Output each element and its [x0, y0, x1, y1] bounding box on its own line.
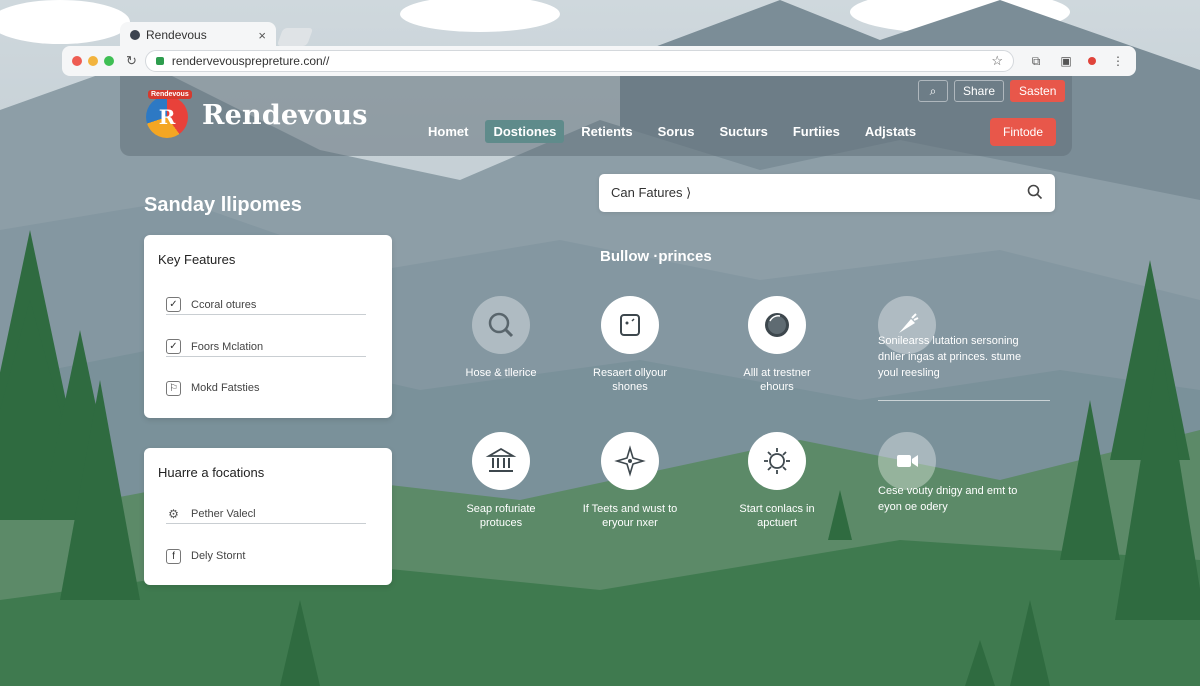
locations-card: Huarre a focations ⚙ Pether Valecl f Del…: [144, 448, 392, 585]
search-icon[interactable]: [1027, 184, 1043, 203]
tab-strip: Rendevous ×: [120, 22, 314, 48]
feature-item[interactable]: Seap rofuriate protuces: [431, 432, 571, 530]
list-item-label: Foors Mclation: [191, 340, 264, 353]
circle-icon: [748, 296, 806, 354]
close-tab-icon[interactable]: ×: [258, 28, 266, 43]
video-icon: [878, 432, 936, 490]
feature-item[interactable]: Sonilearss lutation sersoning dnller ing…: [878, 296, 1058, 396]
list-item-label: Mokd Fatsties: [191, 382, 260, 394]
nav-item-furtiies[interactable]: Furtiies: [785, 120, 848, 143]
feature-item[interactable]: Hose & tllerice: [431, 296, 571, 380]
logo-letter: R: [158, 105, 176, 129]
feature-label: Alll at trestner ehours: [743, 367, 811, 393]
favicon-icon: [130, 30, 140, 40]
search-icon-button[interactable]: ⌕: [918, 80, 948, 102]
gear-icon: ⚙: [168, 506, 179, 521]
site-header: Rendevous R Rendevous ⌕ Share Sasten Hom…: [120, 76, 1072, 156]
section-title: Bullow ·princes: [600, 248, 712, 265]
top-actions: ⌕ Share Sasten: [918, 80, 1066, 102]
feature-label: Hose & tllerice: [465, 367, 537, 379]
menu-dots-icon[interactable]: ⋮: [1110, 54, 1126, 68]
maximize-window-button[interactable]: [104, 56, 114, 66]
nav-item-dostiones[interactable]: Dostiones: [485, 120, 565, 143]
feature-item[interactable]: Resaert ollyour shones: [560, 296, 700, 394]
reload-icon[interactable]: ↻: [126, 53, 137, 69]
checkbox-checked-icon[interactable]: ✓: [166, 297, 181, 312]
feature-item[interactable]: If Teets and wust to eryour nxer: [560, 432, 700, 530]
feature-item[interactable]: Start conlacs in apctuert: [707, 432, 847, 530]
feature-label: Resaert ollyour shones: [593, 367, 667, 393]
list-item[interactable]: ✓ Foors Mclation: [166, 337, 366, 357]
list-item[interactable]: ⚙ Pether Valecl: [166, 504, 366, 524]
nav-item-sorus[interactable]: Sorus: [650, 120, 703, 143]
feature-description: Sonilearss lutation sersoning dnller ing…: [878, 335, 1022, 379]
bookmark-star-icon[interactable]: ☆: [991, 53, 1003, 69]
address-bar[interactable]: rendervevousprepreture.con// ☆: [144, 50, 1014, 72]
nav-item-adjstats[interactable]: Adjstats: [857, 120, 924, 143]
divider: [878, 400, 1050, 401]
search-input[interactable]: Can Fatures ⟩: [599, 174, 1055, 212]
secure-lock-icon: [155, 57, 164, 65]
logo-badge: Rendevous: [148, 90, 192, 99]
list-item[interactable]: ⚐ Mokd Fatsties: [166, 378, 366, 398]
close-window-button[interactable]: [72, 56, 82, 66]
bank-icon: [472, 432, 530, 490]
key-features-card: Key Features ✓ Ccoral otures ✓ Foors Mcl…: [144, 235, 392, 418]
page-title: Sanday llipomes: [144, 194, 302, 216]
main-nav: Homet Dostiones Retients Sorus Sucturs F…: [420, 120, 933, 143]
logo-icon[interactable]: Rendevous R: [146, 90, 192, 138]
fintode-button[interactable]: Fintode: [990, 118, 1056, 146]
list-item-label: Ccoral otures: [191, 298, 257, 311]
list-item-label: Pether Valecl: [191, 507, 256, 520]
profile-icon[interactable]: [1088, 57, 1096, 65]
nav-item-retients[interactable]: Retients: [573, 120, 640, 143]
list-item[interactable]: ✓ Ccoral otures: [166, 295, 366, 315]
tab-title: Rendevous: [146, 28, 207, 42]
browser-toolbar: ↻ rendervevousprepreture.con// ☆ ⧉ ▣ ⋮: [62, 46, 1136, 76]
brand-name[interactable]: Rendevous: [202, 100, 368, 131]
minimize-window-button[interactable]: [88, 56, 98, 66]
nav-item-sucturs[interactable]: Sucturs: [711, 120, 775, 143]
share-button[interactable]: Share: [954, 80, 1005, 102]
list-item-label: Dely Stornt: [191, 550, 246, 562]
nav-item-homet[interactable]: Homet: [420, 120, 476, 143]
feature-description: Cese vouty dnigy and emt to eyon oe oder…: [878, 485, 1018, 513]
feature-label: If Teets and wust to eryour nxer: [582, 503, 678, 529]
search-input-value: Can Fatures ⟩: [611, 185, 692, 200]
feature-item[interactable]: Alll at trestner ehours: [707, 296, 847, 394]
checkbox-checked-icon[interactable]: ✓: [166, 339, 181, 354]
tablet-icon: [601, 296, 659, 354]
puzzle-icon[interactable]: ▣: [1058, 54, 1074, 68]
search-icon: [472, 296, 530, 354]
facebook-icon: f: [166, 548, 181, 564]
star-flower-icon: [601, 432, 659, 490]
url-text: rendervevousprepreture.con//: [171, 54, 330, 68]
gear-sun-icon: [748, 432, 806, 490]
card-heading: Key Features: [158, 252, 236, 267]
extension-icon[interactable]: ⧉: [1028, 54, 1044, 69]
feature-label: Start conlacs in apctuert: [739, 503, 815, 529]
card-heading: Huarre a focations: [158, 465, 265, 480]
feature-label: Seap rofuriate protuces: [466, 503, 536, 529]
feature-item[interactable]: Cese vouty dnigy and emt to eyon oe oder…: [878, 432, 1058, 522]
flag-box-icon[interactable]: ⚐: [166, 380, 181, 396]
browser-tab[interactable]: Rendevous ×: [120, 22, 276, 48]
list-item[interactable]: f Dely Stornt: [166, 546, 366, 566]
sasten-button[interactable]: Sasten: [1010, 80, 1066, 102]
